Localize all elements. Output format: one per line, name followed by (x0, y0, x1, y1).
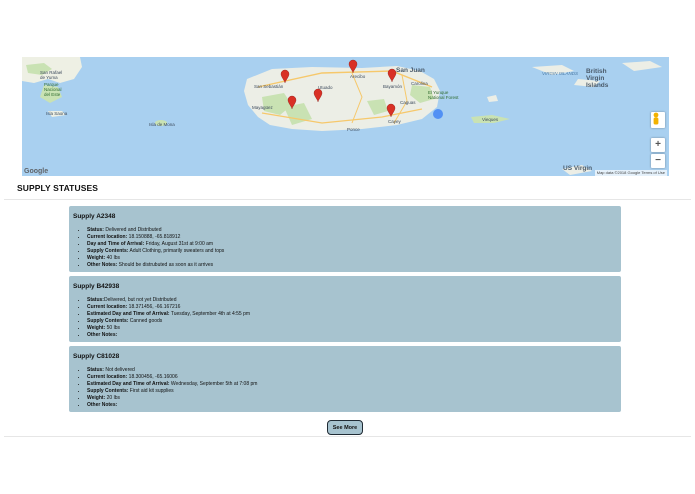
map-label-san-sebastian: San Sebastián (254, 84, 284, 89)
map-label-virgin-islands: VIRGIN ISLANDS (542, 71, 579, 76)
see-more-button[interactable]: See More (327, 420, 363, 435)
supply-title: Supply C81028 (73, 353, 120, 360)
map-label-vieques: Vieques (482, 117, 499, 122)
map-label-arecibo: Arecibo (350, 74, 366, 79)
supply-arrival: Estimated Day and Time of Arrival: Wedne… (87, 381, 617, 388)
map-label-caguas: Caguas (400, 100, 416, 105)
supply-status: Status: Delivered and Distributed (87, 227, 617, 234)
top-divider (4, 199, 691, 200)
supply-notes: Other Notes: Should be distrubuted as so… (87, 262, 617, 269)
map-label-parque-del-este: Parque Nacional del Este (44, 82, 62, 97)
supply-card: Supply B42938 Status:Delivered, but not … (69, 276, 621, 342)
supply-card: Supply A2348 Status: Delivered and Distr… (69, 206, 621, 272)
map-label-san-rafael: San Rafael de Yuma (40, 70, 63, 80)
map-attribution[interactable]: Map data ©2018 Google Terms of Use (594, 170, 667, 176)
zoom-in-button[interactable]: + (651, 138, 665, 152)
zoom-out-button[interactable]: − (651, 154, 665, 168)
map-label-el-yunque: El Yunque National Forest (428, 90, 459, 100)
supply-contents: Supply Contents: Canned goods (87, 318, 617, 325)
map-label-isla-de-mona: Isla de Mona (149, 122, 175, 127)
map-label-us-virgin: US Virgin (563, 165, 593, 172)
supply-weight: Weight: 50 lbs (87, 325, 617, 332)
supply-weight: Weight: 20 lbs (87, 395, 617, 402)
supply-notes: Other Notes: (87, 402, 617, 409)
supply-details-list: Status: Delivered and Distributed Curren… (73, 227, 617, 269)
supply-contents: Supply Contents: Adult Clothing, primari… (87, 248, 617, 255)
supply-details-list: Status: Not delivered Current location: … (73, 367, 617, 409)
supply-arrival: Estimated Day and Time of Arrival: Tuesd… (87, 311, 617, 318)
map-label-british-virgin-islands: British Virgin Islands (586, 68, 609, 89)
supply-location: Current location: 18.300456, -65.16006 (87, 374, 617, 381)
supply-status: Status:Delivered, but not yet Distribute… (87, 297, 617, 304)
bottom-divider (4, 436, 691, 437)
map-cluster-marker[interactable] (433, 109, 443, 119)
supply-location: Current location: 18.371456, -66.167216 (87, 304, 617, 311)
map-label-san-juan: San Juan (396, 67, 425, 74)
map-label-carolina: Carolina (411, 81, 428, 86)
supply-weight: Weight: 40 lbs (87, 255, 617, 262)
map-label-bayamon: Bayamón (383, 84, 403, 89)
supply-title: Supply B42938 (73, 283, 120, 290)
map-label-cayey: Cayey (388, 119, 401, 124)
map-label-mayaguez: Mayagüez (252, 105, 273, 110)
supply-status: Status: Not delivered (87, 367, 617, 374)
supply-map[interactable]: San Rafael de Yuma Parque Nacional del E… (22, 57, 669, 176)
supply-contents: Supply Contents: First aid kit supplies (87, 388, 617, 395)
section-title: SUPPLY STATUSES (17, 183, 99, 193)
google-logo: Google (24, 168, 49, 175)
supply-notes: Other Notes: (87, 332, 617, 339)
map-label-utuado: Utuado (318, 85, 333, 90)
supply-card: Supply C81028 Status: Not delivered Curr… (69, 346, 621, 412)
map-label-isla-saona: Isla Saona (46, 111, 68, 116)
supply-details-list: Status:Delivered, but not yet Distribute… (73, 297, 617, 339)
map-label-ponce: Ponce (347, 127, 360, 132)
supply-arrival: Day and Time of Arrival: Friday, August … (87, 241, 617, 248)
supply-title: Supply A2348 (73, 213, 116, 220)
pegman-icon[interactable] (651, 112, 665, 128)
supply-location: Current location: 18.150888, -65.818912 (87, 234, 617, 241)
